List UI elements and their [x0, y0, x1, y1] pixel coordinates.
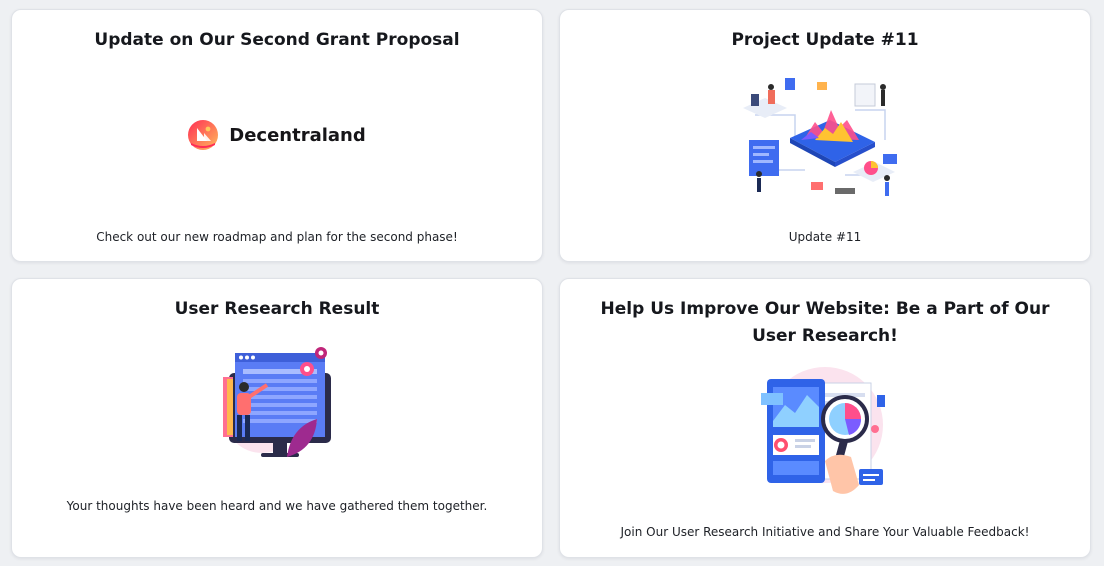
card-title: Help Us Improve Our Website: Be a Part o…: [600, 299, 1050, 346]
card-title: Update on Our Second Grant Proposal: [94, 30, 460, 50]
card-description: Join Our User Research Initiative and Sh…: [620, 525, 1030, 539]
card-title: User Research Result: [174, 299, 380, 319]
card-title: Project Update #11: [731, 30, 919, 50]
post-card-project-update[interactable]: Project Update #11 Update #11: [559, 9, 1091, 262]
card-description: Your thoughts have been heard and we hav…: [66, 499, 488, 513]
post-card-grant-proposal[interactable]: Update on Our Second Grant Proposal Dece…: [11, 9, 543, 262]
decentraland-logo-icon: [188, 120, 219, 150]
decentraland-wordmark: Decentraland: [229, 124, 366, 146]
decentraland-logo: Decentraland: [12, 120, 542, 150]
post-card-help-improve-website[interactable]: Help Us Improve Our Website: Be a Part o…: [559, 278, 1091, 558]
card-description: Check out our new roadmap and plan for t…: [96, 230, 458, 244]
card-description: Update #11: [788, 230, 862, 244]
user-research-dashboard-illustration: [223, 347, 331, 457]
post-card-user-research-result[interactable]: User Research Result Your thoughts have …: [11, 278, 543, 558]
magnifier-analytics-illustration: [761, 367, 885, 494]
isometric-data-analytics-illustration: [743, 78, 897, 196]
